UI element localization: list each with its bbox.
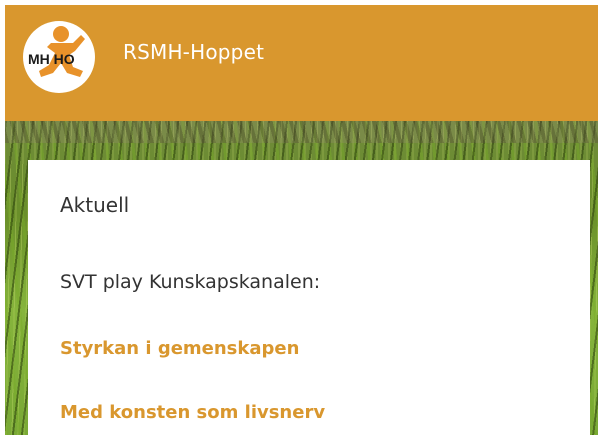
logo-runner-icon: MH HO — [28, 26, 85, 77]
logo-text: MH HO — [28, 51, 75, 67]
site-logo[interactable]: MH HO — [23, 21, 95, 93]
site-header: MH HO RSMH-Hoppet — [5, 5, 598, 121]
card-heading: Aktuell — [60, 193, 130, 217]
link-styrkan-i-gemenskapen[interactable]: Styrkan i gemenskapen — [60, 338, 299, 359]
card-subtitle: SVT play Kunskapskanalen: — [60, 271, 321, 293]
news-card: Aktuell SVT play Kunskapskanalen: Styrka… — [28, 160, 590, 435]
site-title[interactable]: RSMH-Hoppet — [123, 40, 264, 64]
page: MH HO RSMH-Hoppet Aktuell SVT play Kunsk… — [5, 5, 598, 435]
link-med-konsten-som-livsnerv[interactable]: Med konsten som livsnerv — [60, 402, 325, 423]
